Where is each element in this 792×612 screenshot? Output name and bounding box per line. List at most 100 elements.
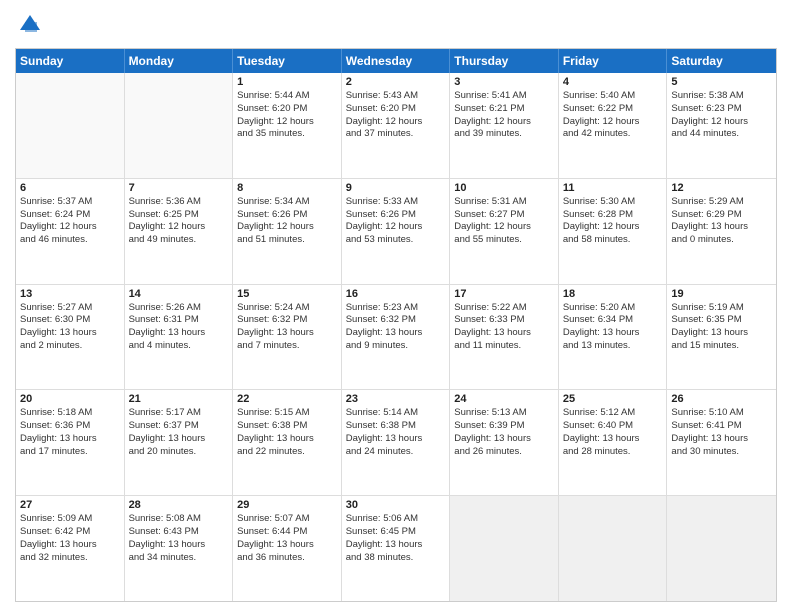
cell-info-line: Sunset: 6:38 PM (237, 420, 337, 433)
cell-info-line: and 35 minutes. (237, 128, 337, 141)
cell-info-line: Daylight: 13 hours (20, 539, 120, 552)
cell-info-line: and 17 minutes. (20, 446, 120, 459)
cell-info-line: Sunrise: 5:14 AM (346, 407, 446, 420)
cell-info-line: Sunset: 6:23 PM (671, 103, 772, 116)
cell-info-line: Sunset: 6:26 PM (237, 209, 337, 222)
cell-info-line: Sunset: 6:30 PM (20, 314, 120, 327)
calendar-row: 27Sunrise: 5:09 AMSunset: 6:42 PMDayligh… (16, 496, 776, 601)
cell-info-line: Sunset: 6:20 PM (346, 103, 446, 116)
cell-info-line: Sunset: 6:28 PM (563, 209, 663, 222)
cell-info-line: and 44 minutes. (671, 128, 772, 141)
cell-info-line: Sunrise: 5:13 AM (454, 407, 554, 420)
cell-info-line: Daylight: 13 hours (671, 221, 772, 234)
cell-info-line: and 37 minutes. (346, 128, 446, 141)
logo (15, 10, 49, 40)
calendar-cell: 14Sunrise: 5:26 AMSunset: 6:31 PMDayligh… (125, 285, 234, 390)
cell-info-line: Daylight: 12 hours (454, 116, 554, 129)
header-day-thursday: Thursday (450, 49, 559, 73)
cell-info-line: Sunrise: 5:37 AM (20, 196, 120, 209)
day-number: 26 (671, 393, 772, 405)
cell-info-line: Daylight: 13 hours (129, 539, 229, 552)
cell-info-line: Sunset: 6:45 PM (346, 526, 446, 539)
calendar-row: 13Sunrise: 5:27 AMSunset: 6:30 PMDayligh… (16, 285, 776, 391)
calendar-cell: 17Sunrise: 5:22 AMSunset: 6:33 PMDayligh… (450, 285, 559, 390)
cell-info-line: Daylight: 12 hours (20, 221, 120, 234)
cell-info-line: Sunset: 6:26 PM (346, 209, 446, 222)
cell-info-line: Daylight: 13 hours (454, 327, 554, 340)
calendar-cell: 22Sunrise: 5:15 AMSunset: 6:38 PMDayligh… (233, 390, 342, 495)
calendar-cell: 19Sunrise: 5:19 AMSunset: 6:35 PMDayligh… (667, 285, 776, 390)
day-number: 29 (237, 499, 337, 511)
day-number: 5 (671, 76, 772, 88)
cell-info-line: Sunrise: 5:17 AM (129, 407, 229, 420)
day-number: 27 (20, 499, 120, 511)
cell-info-line: and 7 minutes. (237, 340, 337, 353)
day-number: 2 (346, 76, 446, 88)
calendar-cell: 1 Sunrise: 5:44 AMSunset: 6:20 PMDaylight… (233, 73, 342, 178)
cell-info-line: Sunset: 6:37 PM (129, 420, 229, 433)
cell-info-line: Sunset: 6:40 PM (563, 420, 663, 433)
cell-info-line: Sunrise: 5:07 AM (237, 513, 337, 526)
cell-info-line: Sunrise: 5:19 AM (671, 302, 772, 315)
calendar-cell: 13Sunrise: 5:27 AMSunset: 6:30 PMDayligh… (16, 285, 125, 390)
cell-info-line: and 13 minutes. (563, 340, 663, 353)
cell-info-line: Daylight: 13 hours (20, 433, 120, 446)
cell-info-line: and 34 minutes. (129, 552, 229, 565)
cell-info-line: Daylight: 13 hours (671, 433, 772, 446)
day-number: 6 (20, 182, 120, 194)
cell-info-line: Sunrise: 5:20 AM (563, 302, 663, 315)
cell-info-line: Sunrise: 5:26 AM (129, 302, 229, 315)
cell-info-line: Sunset: 6:34 PM (563, 314, 663, 327)
header-day-wednesday: Wednesday (342, 49, 451, 73)
header-day-friday: Friday (559, 49, 668, 73)
day-number: 10 (454, 182, 554, 194)
cell-info-line: and 39 minutes. (454, 128, 554, 141)
cell-info-line: Sunrise: 5:38 AM (671, 90, 772, 103)
day-number: 3 (454, 76, 554, 88)
calendar-cell (16, 73, 125, 178)
calendar-cell: 4Sunrise: 5:40 AMSunset: 6:22 PMDaylight… (559, 73, 668, 178)
calendar-header: SundayMondayTuesdayWednesdayThursdayFrid… (16, 49, 776, 73)
calendar-cell: 10Sunrise: 5:31 AMSunset: 6:27 PMDayligh… (450, 179, 559, 284)
cell-info-line: Sunset: 6:22 PM (563, 103, 663, 116)
cell-info-line: and 58 minutes. (563, 234, 663, 247)
day-number: 12 (671, 182, 772, 194)
cell-info-line: Sunset: 6:20 PM (237, 103, 337, 116)
day-number: 1 (237, 76, 337, 88)
cell-info-line: Daylight: 12 hours (346, 116, 446, 129)
calendar-cell: 12Sunrise: 5:29 AMSunset: 6:29 PMDayligh… (667, 179, 776, 284)
calendar-cell: 8Sunrise: 5:34 AMSunset: 6:26 PMDaylight… (233, 179, 342, 284)
cell-info-line: Sunrise: 5:43 AM (346, 90, 446, 103)
header-day-sunday: Sunday (16, 49, 125, 73)
cell-info-line: Daylight: 12 hours (237, 221, 337, 234)
cell-info-line: Sunrise: 5:18 AM (20, 407, 120, 420)
calendar-body: 1Sunrise: 5:44 AMSunset: 6:20 PMDaylight… (16, 73, 776, 601)
day-number: 20 (20, 393, 120, 405)
cell-info-line: Sunrise: 5:44 AM (237, 90, 337, 103)
calendar-cell: 26Sunrise: 5:10 AMSunset: 6:41 PMDayligh… (667, 390, 776, 495)
day-number: 18 (563, 288, 663, 300)
cell-info-line: Sunrise: 5:12 AM (563, 407, 663, 420)
cell-info-line: Sunset: 6:44 PM (237, 526, 337, 539)
cell-info-line: Sunset: 6:24 PM (20, 209, 120, 222)
day-number: 28 (129, 499, 229, 511)
calendar-cell: 30Sunrise: 5:06 AMSunset: 6:45 PMDayligh… (342, 496, 451, 601)
cell-info-line: Sunrise: 5:08 AM (129, 513, 229, 526)
cell-info-line: and 20 minutes. (129, 446, 229, 459)
cell-info-line: Daylight: 13 hours (346, 433, 446, 446)
cell-info-line: Sunrise: 5:34 AM (237, 196, 337, 209)
day-number: 4 (563, 76, 663, 88)
cell-info-line: Daylight: 12 hours (237, 116, 337, 129)
cell-info-line: and 30 minutes. (671, 446, 772, 459)
cell-info-line: and 11 minutes. (454, 340, 554, 353)
cell-info-line: Sunset: 6:42 PM (20, 526, 120, 539)
calendar-cell: 6 Sunrise: 5:37 AMSunset: 6:24 PMDaylight… (16, 179, 125, 284)
calendar-cell: 29Sunrise: 5:07 AMSunset: 6:44 PMDayligh… (233, 496, 342, 601)
day-number: 11 (563, 182, 663, 194)
cell-info-line: Daylight: 12 hours (563, 221, 663, 234)
cell-info-line: Daylight: 12 hours (129, 221, 229, 234)
cell-info-line: Sunrise: 5:22 AM (454, 302, 554, 315)
cell-info-line: and 0 minutes. (671, 234, 772, 247)
calendar-cell: 24Sunrise: 5:13 AMSunset: 6:39 PMDayligh… (450, 390, 559, 495)
header-day-tuesday: Tuesday (233, 49, 342, 73)
